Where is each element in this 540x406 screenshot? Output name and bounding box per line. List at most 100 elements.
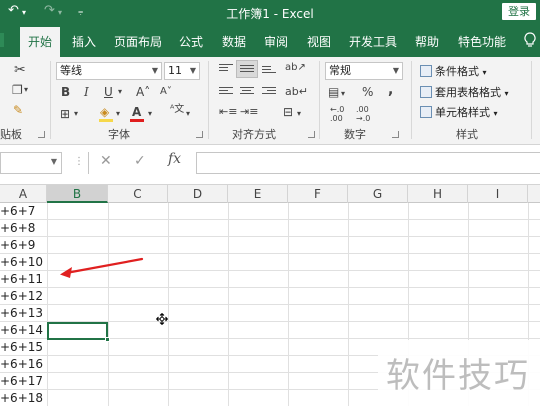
- italic-button[interactable]: I: [84, 85, 89, 99]
- decrease-decimal-icon[interactable]: .00 →.0: [356, 105, 370, 123]
- cancel-icon[interactable]: ✕: [100, 153, 112, 169]
- font-grow-icon[interactable]: A˄: [136, 85, 150, 99]
- tab-home[interactable]: 开始: [20, 27, 61, 57]
- fill-color-icon[interactable]: ◈: [100, 105, 109, 119]
- cell-a[interactable]: +6+13: [0, 305, 47, 322]
- accounting-dropdown-icon[interactable]: ▾: [341, 87, 345, 101]
- tab-formulas[interactable]: 公式: [179, 33, 203, 50]
- tab-page-layout[interactable]: 页面布局: [114, 33, 162, 50]
- column-header-d[interactable]: D: [168, 185, 228, 203]
- borders-icon[interactable]: ⊞: [60, 107, 70, 121]
- cell-a[interactable]: +6+7: [0, 203, 47, 220]
- orientation-icon[interactable]: ab↗: [285, 61, 306, 75]
- tab-help[interactable]: 帮助: [415, 33, 439, 50]
- copy-dropdown-icon[interactable]: ▾: [24, 83, 28, 97]
- borders-dropdown-icon[interactable]: ▾: [74, 107, 78, 121]
- tab-view[interactable]: 视图: [307, 33, 331, 50]
- wrap-text-icon[interactable]: ab↵: [285, 85, 308, 99]
- tab-insert[interactable]: 插入: [72, 33, 96, 50]
- selected-cell[interactable]: [47, 322, 110, 342]
- column-header-f[interactable]: F: [288, 185, 348, 203]
- cell-a[interactable]: +6+11: [0, 271, 47, 288]
- font-color-icon[interactable]: A: [132, 105, 141, 119]
- group-separator: [208, 61, 209, 139]
- font-shrink-icon[interactable]: A˅: [160, 85, 172, 99]
- number-launcher-icon[interactable]: [392, 131, 399, 138]
- align-bottom-icon[interactable]: [262, 66, 276, 78]
- cell-a[interactable]: +6+10: [0, 254, 47, 271]
- align-center-icon[interactable]: [240, 87, 254, 99]
- cell-a[interactable]: +6+9: [0, 237, 47, 254]
- red-arrow-annotation: [60, 257, 144, 278]
- underline-button[interactable]: U: [104, 85, 113, 99]
- insert-function-button[interactable]: fx: [168, 151, 181, 167]
- align-left-icon[interactable]: [219, 87, 233, 99]
- merge-center-icon[interactable]: ⊟: [283, 105, 293, 119]
- conditional-formatting-button[interactable]: 条件格式 ▾: [420, 63, 487, 79]
- copy-icon[interactable]: ❐: [12, 83, 23, 97]
- tab-developer[interactable]: 开发工具: [349, 33, 397, 50]
- chevron-down-icon: ▾: [482, 68, 487, 77]
- format-painter-icon[interactable]: ✎: [13, 103, 23, 117]
- conditional-formatting-icon: [420, 65, 432, 77]
- font-name-select[interactable]: 等线 ▼: [56, 62, 162, 80]
- phonetic-icon[interactable]: ᴬ文: [170, 103, 184, 117]
- align-top-icon[interactable]: [219, 64, 233, 76]
- cut-icon[interactable]: ✂: [14, 63, 26, 77]
- font-color-bar: [130, 119, 144, 122]
- tab-file-edge[interactable]: [0, 33, 4, 47]
- chevron-down-icon: ▼: [189, 66, 196, 75]
- fill-color-dropdown-icon[interactable]: ▾: [116, 107, 120, 121]
- font-size-select[interactable]: 11 ▼: [164, 62, 200, 80]
- tab-special[interactable]: 特色功能: [458, 33, 506, 50]
- font-color-dropdown-icon[interactable]: ▾: [148, 107, 152, 121]
- font-launcher-icon[interactable]: [196, 131, 203, 138]
- drag-handle-icon[interactable]: ⋮: [74, 156, 84, 167]
- cell-a[interactable]: +6+8: [0, 220, 47, 237]
- cell-a[interactable]: +6+17: [0, 373, 47, 390]
- format-as-table-icon: [420, 86, 432, 98]
- align-middle-button[interactable]: [236, 60, 258, 78]
- number-format-value: 常规: [329, 64, 351, 77]
- format-as-table-label: 套用表格格式: [435, 86, 501, 99]
- login-button[interactable]: 登录: [502, 3, 536, 20]
- name-box[interactable]: ▼: [0, 152, 62, 174]
- enter-icon[interactable]: ✓: [134, 153, 146, 169]
- tab-data[interactable]: 数据: [222, 33, 246, 50]
- accounting-format-icon[interactable]: ▤: [328, 85, 339, 99]
- clipboard-launcher-icon[interactable]: [38, 131, 45, 138]
- column-header-e[interactable]: E: [228, 185, 288, 203]
- align-right-icon[interactable]: [262, 87, 276, 99]
- column-header-g[interactable]: G: [348, 185, 408, 203]
- cell-styles-icon: [420, 106, 432, 118]
- format-as-table-button[interactable]: 套用表格格式 ▾: [420, 84, 509, 100]
- comma-button[interactable]: ,: [388, 83, 393, 97]
- column-header-i[interactable]: I: [468, 185, 528, 203]
- increase-indent-icon[interactable]: ⇥≡: [240, 105, 258, 119]
- bold-button[interactable]: B: [61, 85, 70, 99]
- alignment-launcher-icon[interactable]: [308, 131, 315, 138]
- cell-a[interactable]: +6+18: [0, 390, 47, 406]
- formula-input[interactable]: [196, 152, 540, 174]
- cell-a[interactable]: +6+15: [0, 339, 47, 356]
- column-header-c[interactable]: C: [108, 185, 168, 203]
- percent-button[interactable]: %: [362, 85, 373, 99]
- fill-handle[interactable]: [105, 337, 110, 342]
- increase-decimal-icon[interactable]: ←.0.00: [330, 105, 344, 123]
- column-header-h[interactable]: H: [408, 185, 468, 203]
- column-header-b[interactable]: B: [47, 185, 108, 203]
- tab-review[interactable]: 审阅: [264, 33, 288, 50]
- underline-dropdown-icon[interactable]: ▾: [118, 85, 122, 99]
- decrease-indent-icon[interactable]: ⇤≡: [219, 105, 237, 119]
- number-format-select[interactable]: 常规 ▼: [325, 62, 403, 80]
- phonetic-dropdown-icon[interactable]: ▾: [186, 107, 190, 121]
- cell-a[interactable]: +6+14: [0, 322, 47, 339]
- align-middle-icon: [240, 65, 254, 77]
- lightbulb-icon[interactable]: [524, 32, 536, 48]
- cell-a[interactable]: +6+12: [0, 288, 47, 305]
- merge-dropdown-icon[interactable]: ▾: [297, 107, 301, 121]
- column-header-a[interactable]: A: [0, 185, 47, 203]
- cell-a[interactable]: +6+16: [0, 356, 47, 373]
- cell-styles-button[interactable]: 单元格样式 ▾: [420, 104, 498, 120]
- window-title: 工作簿1 - Excel: [226, 7, 314, 21]
